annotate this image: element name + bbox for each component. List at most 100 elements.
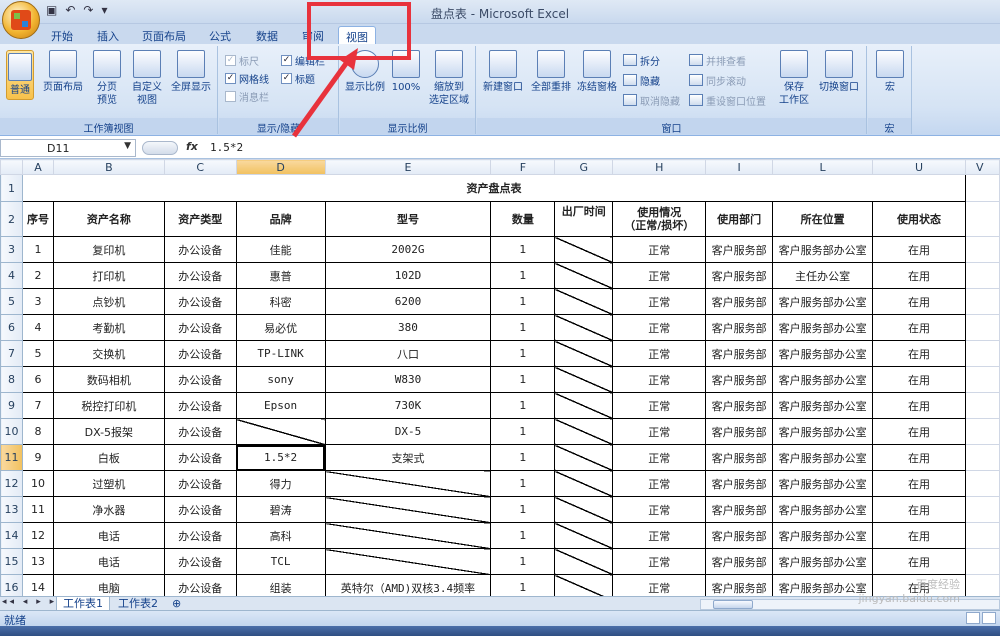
cell-type[interactable]: 办公设备 [163,418,237,445]
cell-seq[interactable]: 2 [21,262,54,289]
cell-qty[interactable]: 1 [490,444,556,471]
side-by-side-button[interactable]: 并排查看 [689,52,746,68]
header-model[interactable]: 型号 [324,201,492,237]
cell-seq[interactable]: 4 [21,314,54,341]
cell-status[interactable]: 正常 [612,236,707,263]
split-button[interactable]: 拆分 [623,52,660,68]
cell-qty[interactable]: 1 [490,236,556,263]
cell-use[interactable]: 在用 [872,288,966,315]
cell-location[interactable]: 客户服务部办公室 [772,288,874,315]
cell-date[interactable] [554,392,614,419]
row-header[interactable]: 11 [0,444,23,471]
cell-type[interactable]: 办公设备 [163,470,237,497]
cell[interactable] [964,470,1000,497]
cell-use[interactable]: 在用 [872,262,966,289]
cell-status[interactable]: 正常 [612,444,707,471]
cell-seq[interactable]: 11 [21,496,54,523]
cell-brand[interactable]: 得力 [235,470,326,497]
col-header[interactable]: G [554,159,614,175]
header-use[interactable]: 使用状态 [872,201,966,237]
row-header[interactable]: 8 [0,366,23,393]
cell-seq[interactable]: 5 [21,340,54,367]
cell[interactable] [964,174,1000,202]
col-header[interactable]: I [705,159,774,175]
cell-brand[interactable]: Epson [235,392,326,419]
col-header[interactable]: B [52,159,165,175]
row-header[interactable]: 7 [0,340,23,367]
header-location[interactable]: 所在位置 [772,201,874,237]
row-header[interactable]: 3 [0,236,23,263]
row-header[interactable]: 1 [0,174,23,202]
cell-seq[interactable]: 7 [21,392,54,419]
sheet-tab[interactable]: 工作表1 [56,597,110,611]
cell-use[interactable]: 在用 [872,496,966,523]
cell-status[interactable]: 正常 [612,548,707,575]
cell-model[interactable]: 6200 [324,288,492,315]
cell-type[interactable]: 办公设备 [163,262,237,289]
sync-scroll-button[interactable]: 同步滚动 [689,72,746,88]
new-window-button[interactable]: 新建窗口 [481,50,525,94]
cell-status[interactable]: 正常 [612,392,707,419]
cell[interactable] [964,392,1000,419]
cell-dept[interactable]: 客户服务部 [705,574,774,596]
cell-use[interactable]: 在用 [872,418,966,445]
cell-brand[interactable]: TCL [235,548,326,575]
col-header[interactable]: V [964,159,1000,175]
col-header[interactable]: D [235,159,326,175]
row-header[interactable]: 2 [0,201,23,237]
cell[interactable] [964,262,1000,289]
cell-name[interactable]: 过塑机 [52,470,165,497]
cell-dept[interactable]: 客户服务部 [705,288,774,315]
cell-model[interactable] [324,548,492,575]
cell[interactable] [964,314,1000,341]
cell-name[interactable]: 电话 [52,548,165,575]
cell-type[interactable]: 办公设备 [163,392,237,419]
cell-brand[interactable]: 佳能 [235,236,326,263]
cell-status[interactable]: 正常 [612,496,707,523]
col-header[interactable]: C [163,159,237,175]
cell-date[interactable] [554,444,614,471]
cell-brand[interactable]: 碧涛 [235,496,326,523]
cell-status[interactable]: 正常 [612,470,707,497]
cell-qty[interactable]: 1 [490,470,556,497]
cell[interactable] [964,574,1000,596]
cell-model[interactable] [324,522,492,549]
cell[interactable] [964,522,1000,549]
cell-type[interactable]: 办公设备 [163,314,237,341]
cell-qty[interactable]: 1 [490,522,556,549]
header-date[interactable]: 出厂时间 [554,201,614,237]
zoom-to-selection-button[interactable]: 缩放到 选定区域 [426,50,472,107]
cell-dept[interactable]: 客户服务部 [705,522,774,549]
cell-qty[interactable]: 1 [490,392,556,419]
cell-date[interactable] [554,262,614,289]
cell-brand[interactable]: 组装 [235,574,326,596]
cell-model[interactable]: 八口 [324,340,492,367]
fx-icon[interactable]: fx [186,140,198,153]
cell-use[interactable]: 在用 [872,470,966,497]
cell-type[interactable]: 办公设备 [163,496,237,523]
cell-seq[interactable]: 12 [21,522,54,549]
col-header[interactable]: F [490,159,556,175]
cell-location[interactable]: 主任办公室 [772,262,874,289]
cell-date[interactable] [554,548,614,575]
row-header[interactable]: 5 [0,288,23,315]
message-bar-checkbox[interactable]: 消息栏 [225,88,269,104]
unhide-button[interactable]: 取消隐藏 [623,92,680,108]
cell-qty[interactable]: 1 [490,288,556,315]
cell-brand[interactable]: TP-LINK [235,340,326,367]
cell-type[interactable]: 办公设备 [163,548,237,575]
cell-date[interactable] [554,288,614,315]
cell-name[interactable]: DX-5报架 [52,418,165,445]
cell-location[interactable]: 客户服务部办公室 [772,418,874,445]
full-screen-button[interactable]: 全屏显示 [168,50,214,94]
cell-type[interactable]: 办公设备 [163,574,237,596]
cell-name[interactable]: 净水器 [52,496,165,523]
cell-dept[interactable]: 客户服务部 [705,548,774,575]
cell-model[interactable]: 380 [324,314,492,341]
page-break-preview-button[interactable]: 分页 预览 [92,50,122,107]
ruler-checkbox[interactable]: ✓ 标尺 [225,52,259,68]
cell[interactable] [964,548,1000,575]
cell-name[interactable]: 交换机 [52,340,165,367]
cell-date[interactable] [554,366,614,393]
cell-location[interactable]: 客户服务部办公室 [772,522,874,549]
